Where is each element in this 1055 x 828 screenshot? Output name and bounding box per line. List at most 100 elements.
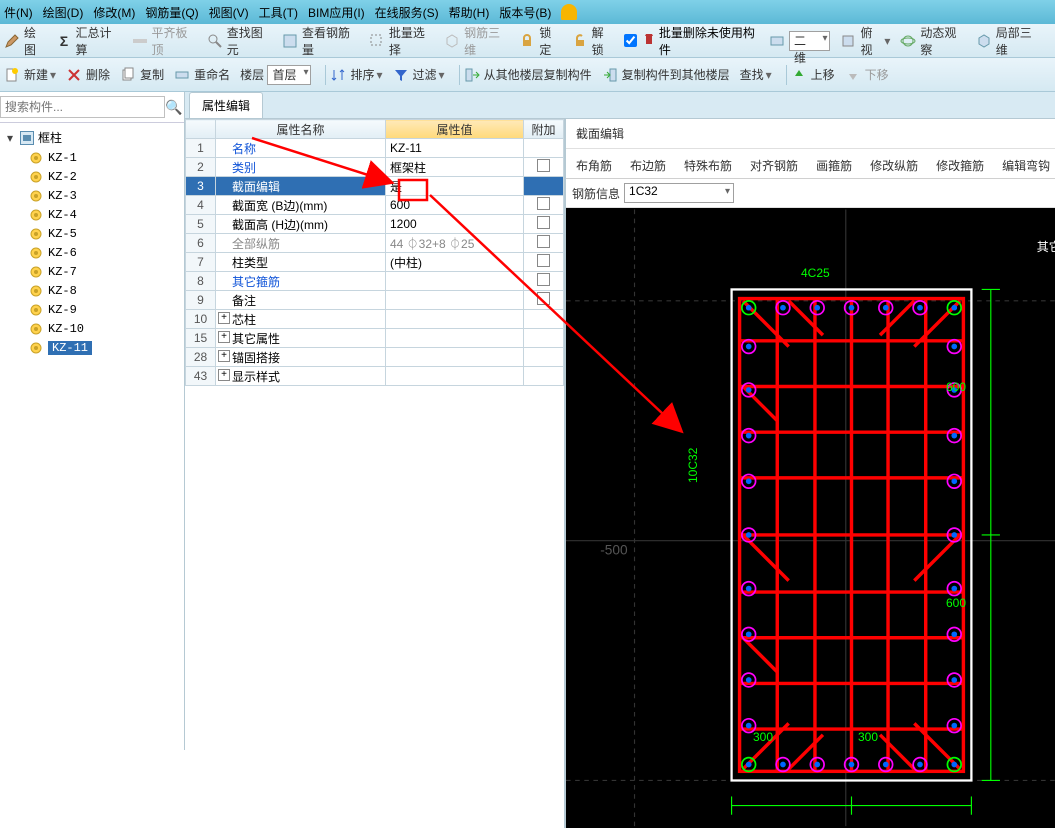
prop-row-6[interactable]: 6全部纵筋44 ⏀32+8 ⏀25 (186, 234, 564, 253)
sort-button[interactable]: 排序▾ (330, 66, 382, 83)
prop-value[interactable] (386, 272, 524, 291)
menu-version[interactable]: 版本号(B) (499, 4, 551, 21)
cse-tab-2[interactable]: 特殊布筋 (678, 153, 738, 178)
tree-item-kz-6[interactable]: KZ-6 (18, 244, 184, 262)
extra-checkbox[interactable] (537, 235, 550, 248)
menu-modify[interactable]: 修改(M) (93, 4, 135, 21)
extra-checkbox[interactable] (537, 254, 550, 267)
copy-from-floor-button[interactable]: 从其他楼层复制构件 (464, 66, 592, 83)
view-mode-select[interactable]: 二维 (769, 31, 830, 51)
prop-value[interactable] (386, 310, 524, 329)
move-down-button[interactable]: 下移 (845, 66, 889, 83)
prop-value[interactable]: 44 ⏀32+8 ⏀25 (386, 234, 524, 253)
expand-icon[interactable]: + (218, 331, 230, 343)
prop-row-2[interactable]: 2类别框架柱 (186, 158, 564, 177)
tree-item-kz-11[interactable]: KZ-11 (18, 339, 184, 357)
floor-select[interactable]: 楼层 首层 (240, 65, 311, 85)
batch-select-button[interactable]: 批量选择 (369, 24, 434, 58)
menu-help[interactable]: 帮助(H) (449, 4, 490, 21)
copy-to-floor-button[interactable]: 复制构件到其他楼层 (602, 66, 730, 83)
extra-checkbox[interactable] (537, 273, 550, 286)
extra-checkbox[interactable] (537, 159, 550, 172)
prop-row-1[interactable]: 1名称KZ-11 (186, 139, 564, 158)
copy-button[interactable]: 复制 (120, 66, 164, 83)
tab-properties[interactable]: 属性编辑 (189, 92, 263, 118)
rebar-qty-button[interactable]: 查看钢筋量 (282, 24, 359, 58)
lock-button[interactable]: 锁定 (519, 24, 561, 58)
delete-button[interactable]: 删除 (66, 66, 110, 83)
delete-unused-checkbox[interactable]: 批量删除未使用构件 (624, 24, 761, 58)
extra-checkbox[interactable] (537, 216, 550, 229)
new-button[interactable]: 新建▾ (4, 66, 56, 83)
menu-tools[interactable]: 工具(T) (259, 4, 298, 21)
cse-tab-6[interactable]: 修改箍筋 (930, 153, 990, 178)
prop-row-3[interactable]: 3截面编辑是 (186, 177, 564, 196)
prop-row-10[interactable]: 10+芯柱 (186, 310, 564, 329)
menu-file[interactable]: 件(N) (4, 4, 33, 21)
tree-item-kz-2[interactable]: KZ-2 (18, 168, 184, 186)
prop-value[interactable]: 600 (386, 196, 524, 215)
prop-value[interactable]: KZ-11 (386, 139, 524, 158)
tree-item-kz-1[interactable]: KZ-1 (18, 149, 184, 167)
tree-item-kz-7[interactable]: KZ-7 (18, 263, 184, 281)
prop-value[interactable] (386, 329, 524, 348)
rebar-3d-button[interactable]: 钢筋三维 (444, 24, 509, 58)
cse-tab-5[interactable]: 修改纵筋 (864, 153, 924, 178)
cse-tab-1[interactable]: 布边筋 (624, 153, 672, 178)
sum-button[interactable]: Σ汇总计算 (56, 24, 121, 58)
prop-value[interactable] (386, 348, 524, 367)
prop-row-5[interactable]: 5截面高 (H边)(mm)1200 (186, 215, 564, 234)
rebar-info-combo[interactable]: 1C32 (624, 183, 734, 203)
search-icon[interactable]: 🔍 (165, 99, 182, 116)
menu-draw[interactable]: 绘图(D) (43, 4, 84, 21)
expand-icon[interactable]: + (218, 312, 230, 324)
menu-bim[interactable]: BIM应用(I) (308, 4, 365, 21)
menu-view[interactable]: 视图(V) (209, 4, 249, 21)
extra-checkbox[interactable] (537, 197, 550, 210)
prop-row-15[interactable]: 15+其它属性 (186, 329, 564, 348)
find-select[interactable]: 查找▾ (740, 66, 772, 83)
tree-item-kz-3[interactable]: KZ-3 (18, 187, 184, 205)
prop-value[interactable] (386, 291, 524, 310)
filter-button[interactable]: 过滤▾ (393, 66, 445, 83)
top-view-button[interactable]: 俯视▾ (840, 24, 890, 58)
draw-button[interactable]: 绘图 (4, 24, 46, 58)
find-element-button[interactable]: 查找图元 (207, 24, 272, 58)
expand-icon[interactable]: + (218, 369, 230, 381)
prop-row-43[interactable]: 43+显示样式 (186, 367, 564, 386)
tree-root[interactable]: ▾ 框柱 (0, 127, 184, 148)
extra-checkbox[interactable] (537, 292, 550, 305)
unlock-button[interactable]: 解锁 (572, 24, 614, 58)
rename-button[interactable]: 重命名 (174, 66, 230, 83)
prop-value[interactable]: (中柱) (386, 253, 524, 272)
prop-value[interactable] (386, 367, 524, 386)
cse-canvas[interactable]: 角筋 4C3箍筋 C10其它纵筋 20C -500 (566, 208, 1055, 828)
menu-rebar[interactable]: 钢筋量(Q) (145, 4, 198, 21)
cse-tab-4[interactable]: 画箍筋 (810, 153, 858, 178)
prop-row-28[interactable]: 28+锚固搭接 (186, 348, 564, 367)
local-3d-button[interactable]: 局部三维 (976, 24, 1041, 58)
row-num: 9 (186, 291, 216, 310)
collapse-icon[interactable]: ▾ (4, 131, 16, 145)
cse-tab-0[interactable]: 布角筋 (570, 153, 618, 178)
cse-tab-7[interactable]: 编辑弯钩 (996, 153, 1055, 178)
prop-value[interactable]: 1200 (386, 215, 524, 234)
prop-value[interactable]: 是 (386, 177, 524, 196)
expand-icon[interactable]: + (218, 350, 230, 362)
flat-slab-button[interactable]: 平齐板顶 (132, 24, 197, 58)
move-up-button[interactable]: 上移 (791, 66, 835, 83)
prop-row-8[interactable]: 8其它箍筋 (186, 272, 564, 291)
tree-item-kz-8[interactable]: KZ-8 (18, 282, 184, 300)
menu-online[interactable]: 在线服务(S) (375, 4, 439, 21)
tree-item-kz-4[interactable]: KZ-4 (18, 206, 184, 224)
prop-row-7[interactable]: 7柱类型(中柱) (186, 253, 564, 272)
prop-row-9[interactable]: 9备注 (186, 291, 564, 310)
prop-row-4[interactable]: 4截面宽 (B边)(mm)600 (186, 196, 564, 215)
cse-tab-3[interactable]: 对齐钢筋 (744, 153, 804, 178)
tree-item-kz-9[interactable]: KZ-9 (18, 301, 184, 319)
tree-item-kz-5[interactable]: KZ-5 (18, 225, 184, 243)
prop-value[interactable]: 框架柱 (386, 158, 524, 177)
tree-item-kz-10[interactable]: KZ-10 (18, 320, 184, 338)
dynamic-view-button[interactable]: 动态观察 (900, 24, 965, 58)
search-input[interactable] (0, 96, 165, 118)
